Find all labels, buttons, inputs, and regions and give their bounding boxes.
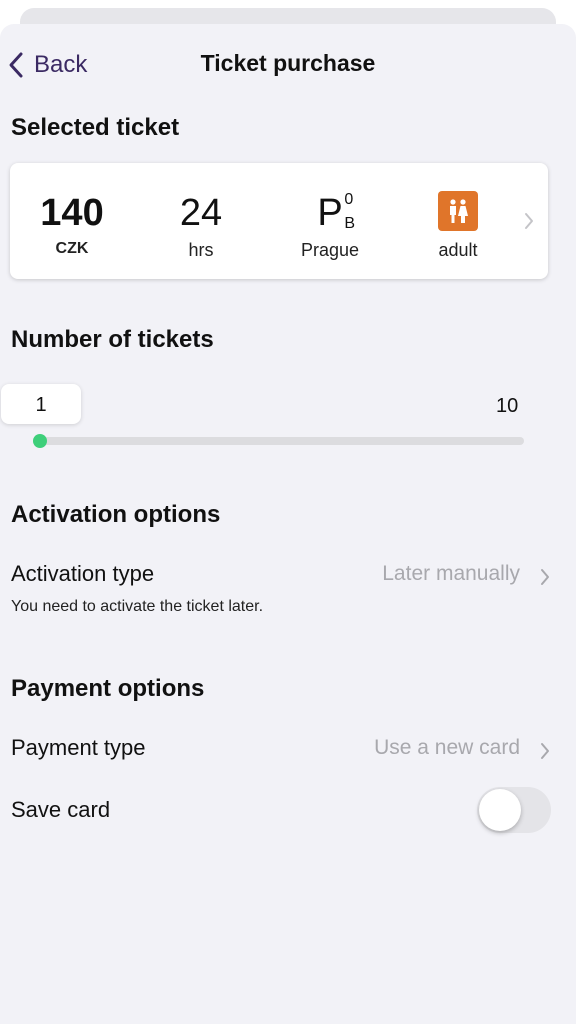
zone-code: P 0 B — [317, 191, 355, 235]
chevron-right-icon — [524, 211, 534, 236]
navigation-bar: Back Ticket purchase — [0, 24, 576, 104]
activation-type-label: Activation type — [11, 561, 155, 586]
slider-max-label: 10 — [496, 395, 519, 417]
zone-subscript: B — [344, 215, 355, 232]
ticket-count-slider-track[interactable] — [40, 437, 524, 445]
payment-options-heading: Payment options — [11, 675, 205, 702]
passenger-type-label: adult — [438, 240, 478, 260]
save-card-label: Save card — [11, 797, 111, 822]
selected-ticket-heading: Selected ticket — [11, 114, 180, 141]
number-of-tickets-heading: Number of tickets — [11, 326, 214, 353]
ticket-price: 140 CZK — [17, 191, 127, 258]
activation-note: You need to activate the ticket later. — [11, 598, 264, 615]
payment-type-label: Payment type — [11, 735, 146, 760]
zone-letter: P — [317, 192, 343, 234]
chevron-right-icon — [540, 741, 550, 766]
save-card-toggle[interactable] — [477, 787, 551, 833]
ticket-count-slider-thumb[interactable] — [33, 434, 47, 448]
activation-type-row[interactable]: Activation type Later manually — [11, 561, 550, 595]
passenger-type: adult — [403, 191, 513, 261]
page-title: Ticket purchase — [200, 50, 376, 76]
duration-value: 24 — [179, 192, 223, 234]
zone-name: Prague — [300, 240, 360, 260]
payment-type-value: Use a new card — [374, 736, 520, 759]
duration-unit: hrs — [188, 240, 214, 260]
price-value: 140 — [40, 192, 104, 234]
toggle-knob — [479, 789, 521, 831]
slider-value-bubble: 1 — [1, 384, 81, 424]
activation-type-value: Later manually — [382, 562, 520, 585]
zone-superscript: 0 — [344, 191, 354, 208]
payment-type-row[interactable]: Payment type Use a new card — [11, 735, 550, 769]
selected-ticket-card[interactable]: 140 CZK 24 hrs P 0 B Prague adult — [10, 163, 548, 279]
chevron-right-icon — [540, 567, 550, 592]
ticket-duration: 24 hrs — [146, 191, 256, 261]
ticket-zone: P 0 B Prague — [275, 191, 385, 261]
currency-label: CZK — [55, 240, 89, 257]
activation-options-heading: Activation options — [11, 501, 221, 528]
adult-passenger-icon — [438, 191, 478, 231]
